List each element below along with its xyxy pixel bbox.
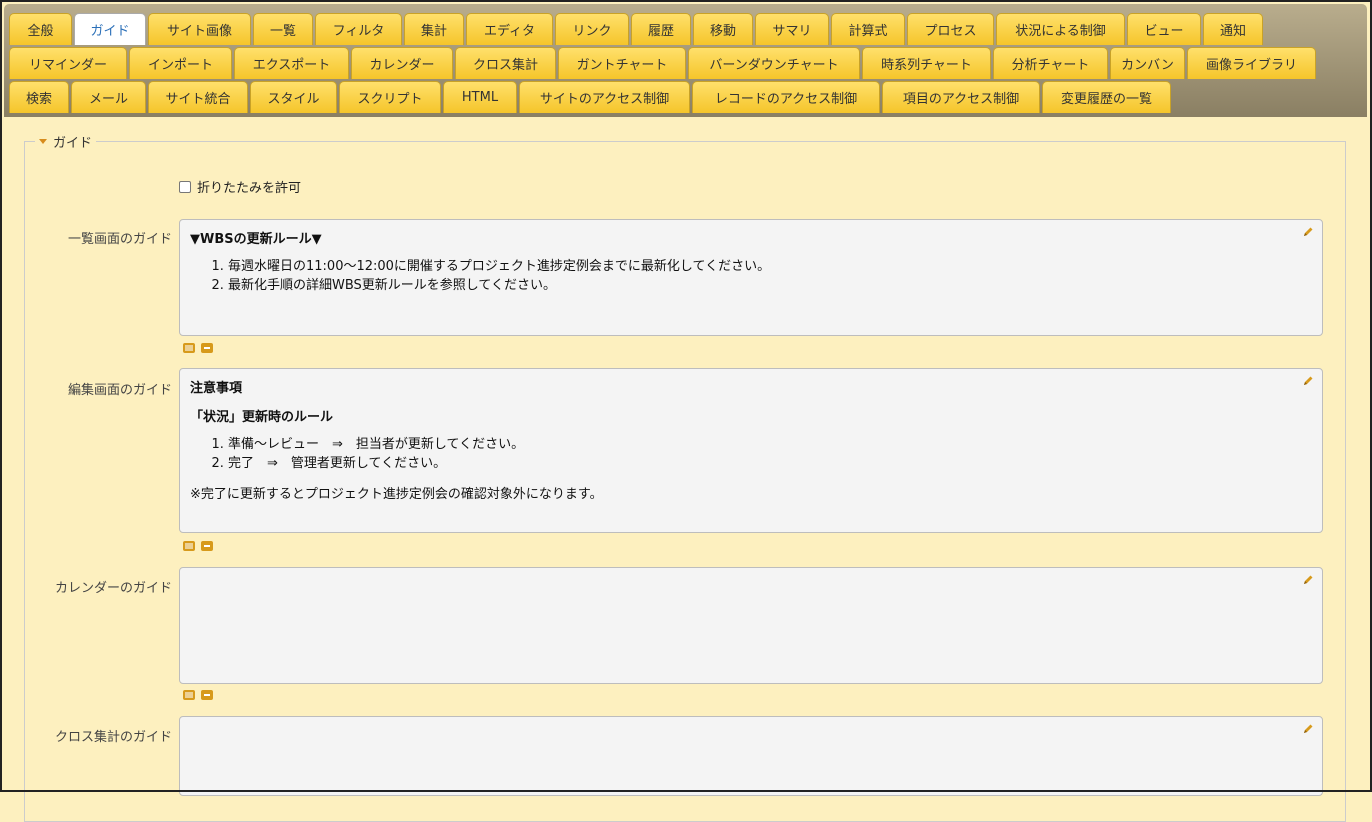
tab-process[interactable]: プロセス xyxy=(907,13,994,45)
tab-kanban[interactable]: カンバン xyxy=(1110,47,1185,79)
content-area: ガイド 折りたたみを許可 一覧画面のガイド ▼WBSの更新ルール▼ 毎週水曜日の… xyxy=(4,117,1367,822)
list-item: 完了 ⇒ 管理者更新してください。 xyxy=(228,454,1312,473)
tab-crosstab[interactable]: クロス集計 xyxy=(455,47,556,79)
collapse-triangle-icon xyxy=(39,139,47,144)
tab-editor[interactable]: エディタ xyxy=(466,13,553,45)
edit-guide-note: ※完了に更新するとプロジェクト進捗定例会の確認対象外になります。 xyxy=(190,487,603,502)
attachment-icon[interactable] xyxy=(201,343,213,353)
edit-guide-list: 準備～レビュー ⇒ 担当者が更新してください。 完了 ⇒ 管理者更新してください… xyxy=(190,435,1312,473)
edit-guide-heading: 注意事項 xyxy=(190,381,243,396)
image-upload-icon[interactable] xyxy=(183,343,195,353)
calendar-guide-tools xyxy=(183,690,213,700)
tab-history[interactable]: 履歴 xyxy=(631,13,691,45)
list-item: 最新化手順の詳細WBS更新ルールを参照してください。 xyxy=(228,276,1312,295)
pencil-icon[interactable] xyxy=(1302,574,1314,586)
allow-collapse-checkbox[interactable] xyxy=(179,180,191,193)
tab-gantt[interactable]: ガントチャート xyxy=(558,47,686,79)
tab-image-library[interactable]: 画像ライブラリ xyxy=(1187,47,1316,79)
allow-collapse-row: 折りたたみを許可 xyxy=(179,177,301,196)
attachment-icon[interactable] xyxy=(201,541,213,551)
tab-link[interactable]: リンク xyxy=(555,13,629,45)
index-guide-editor[interactable]: ▼WBSの更新ルール▼ 毎週水曜日の11:00～12:00に開催するプロジェクト… xyxy=(179,219,1323,336)
tab-summary[interactable]: サマリ xyxy=(755,13,829,45)
guide-legend-text: ガイド xyxy=(53,136,93,151)
edit-guide-subheading: 「状況」更新時のルール xyxy=(190,410,334,425)
tab-list[interactable]: 一覧 xyxy=(253,13,313,45)
pencil-icon[interactable] xyxy=(1302,723,1314,735)
index-guide-list: 毎週水曜日の11:00～12:00に開催するプロジェクト進捗定例会までに最新化し… xyxy=(190,257,1312,295)
tab-site-image[interactable]: サイト画像 xyxy=(148,13,251,45)
tab-notification[interactable]: 通知 xyxy=(1203,13,1263,45)
tab-site-integration[interactable]: サイト統合 xyxy=(148,81,248,113)
tab-change-history[interactable]: 変更履歴の一覧 xyxy=(1042,81,1171,113)
tab-formula[interactable]: 計算式 xyxy=(831,13,905,45)
edit-guide-tools xyxy=(183,541,213,551)
tab-site-access[interactable]: サイトのアクセス制御 xyxy=(519,81,690,113)
guide-legend[interactable]: ガイド xyxy=(35,132,96,151)
pencil-icon[interactable] xyxy=(1302,226,1314,238)
calendar-guide-editor[interactable] xyxy=(179,567,1323,684)
tab-general[interactable]: 全般 xyxy=(9,13,72,45)
tab-row-1: 全般 ガイド サイト画像 一覧 フィルタ 集計 エディタ リンク 履歴 移動 サ… xyxy=(9,13,1367,47)
tab-column-access[interactable]: 項目のアクセス制御 xyxy=(882,81,1040,113)
tab-search[interactable]: 検索 xyxy=(9,81,69,113)
edit-guide-label: 編集画面のガイド xyxy=(67,383,172,398)
tab-aggregate[interactable]: 集計 xyxy=(404,13,464,45)
tab-analysis[interactable]: 分析チャート xyxy=(993,47,1108,79)
tab-status-control[interactable]: 状況による制御 xyxy=(996,13,1125,45)
tab-export[interactable]: エクスポート xyxy=(234,47,349,79)
crosstab-guide-label: クロス集計のガイド xyxy=(54,730,172,745)
tab-import[interactable]: インポート xyxy=(129,47,232,79)
calendar-guide-label: カレンダーのガイド xyxy=(54,581,172,596)
tab-reminder[interactable]: リマインダー xyxy=(9,47,127,79)
index-guide-tools xyxy=(183,343,213,353)
tab-timeseries[interactable]: 時系列チャート xyxy=(862,47,991,79)
tab-row-2: リマインダー インポート エクスポート カレンダー クロス集計 ガントチャート … xyxy=(9,47,1367,81)
attachment-icon[interactable] xyxy=(201,690,213,700)
edit-guide-editor[interactable]: 注意事項 「状況」更新時のルール 準備～レビュー ⇒ 担当者が更新してください。… xyxy=(179,368,1323,533)
image-upload-icon[interactable] xyxy=(183,690,195,700)
tab-view[interactable]: ビュー xyxy=(1127,13,1201,45)
crosstab-guide-editor[interactable] xyxy=(179,716,1323,796)
tab-guide[interactable]: ガイド xyxy=(74,13,146,45)
tab-row-3: 検索 メール サイト統合 スタイル スクリプト HTML サイトのアクセス制御 … xyxy=(9,81,1367,115)
index-guide-heading: ▼WBSの更新ルール▼ xyxy=(190,232,322,247)
tab-html[interactable]: HTML xyxy=(443,81,517,113)
list-item: 準備～レビュー ⇒ 担当者が更新してください。 xyxy=(228,435,1312,454)
tab-burndown[interactable]: バーンダウンチャート xyxy=(688,47,860,79)
tab-script[interactable]: スクリプト xyxy=(339,81,441,113)
tab-calendar[interactable]: カレンダー xyxy=(351,47,453,79)
tab-bar: 全般 ガイド サイト画像 一覧 フィルタ 集計 エディタ リンク 履歴 移動 サ… xyxy=(4,4,1367,117)
allow-collapse-label: 折りたたみを許可 xyxy=(197,181,302,196)
tab-move[interactable]: 移動 xyxy=(693,13,753,45)
tab-style[interactable]: スタイル xyxy=(250,81,337,113)
pencil-icon[interactable] xyxy=(1302,375,1314,387)
list-item: 毎週水曜日の11:00～12:00に開催するプロジェクト進捗定例会までに最新化し… xyxy=(228,257,1312,276)
tab-mail[interactable]: メール xyxy=(71,81,146,113)
image-upload-icon[interactable] xyxy=(183,541,195,551)
tab-filter[interactable]: フィルタ xyxy=(315,13,402,45)
index-guide-label: 一覧画面のガイド xyxy=(67,232,172,247)
tab-record-access[interactable]: レコードのアクセス制御 xyxy=(692,81,880,113)
